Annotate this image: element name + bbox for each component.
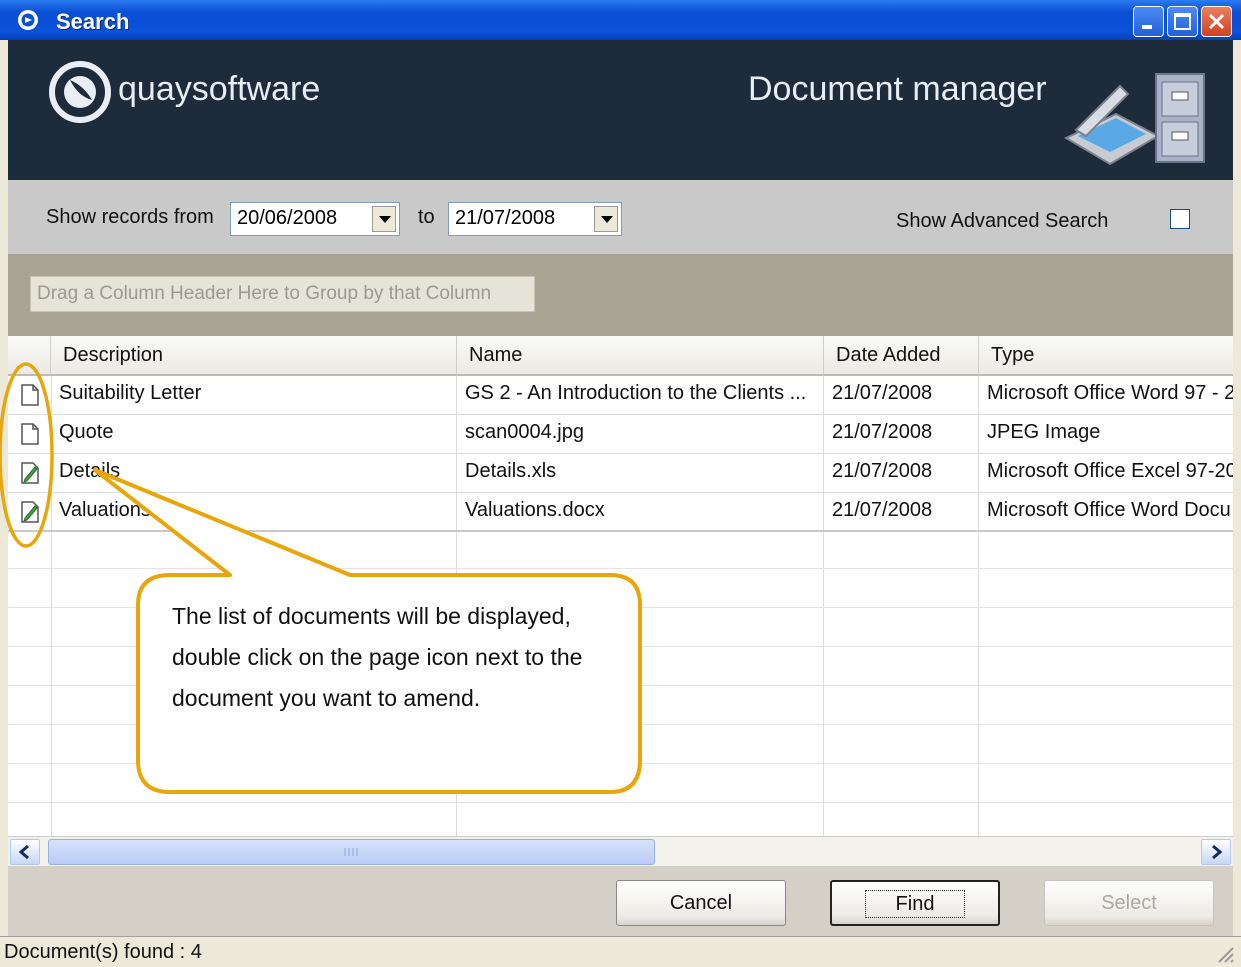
callout-text: The list of documents will be displayed,… [172,603,583,711]
search-window: Search quaysoftware Document manager Sho… [0,0,1241,967]
icon-highlight-ellipse [0,362,54,548]
callout-overlay [0,362,642,794]
